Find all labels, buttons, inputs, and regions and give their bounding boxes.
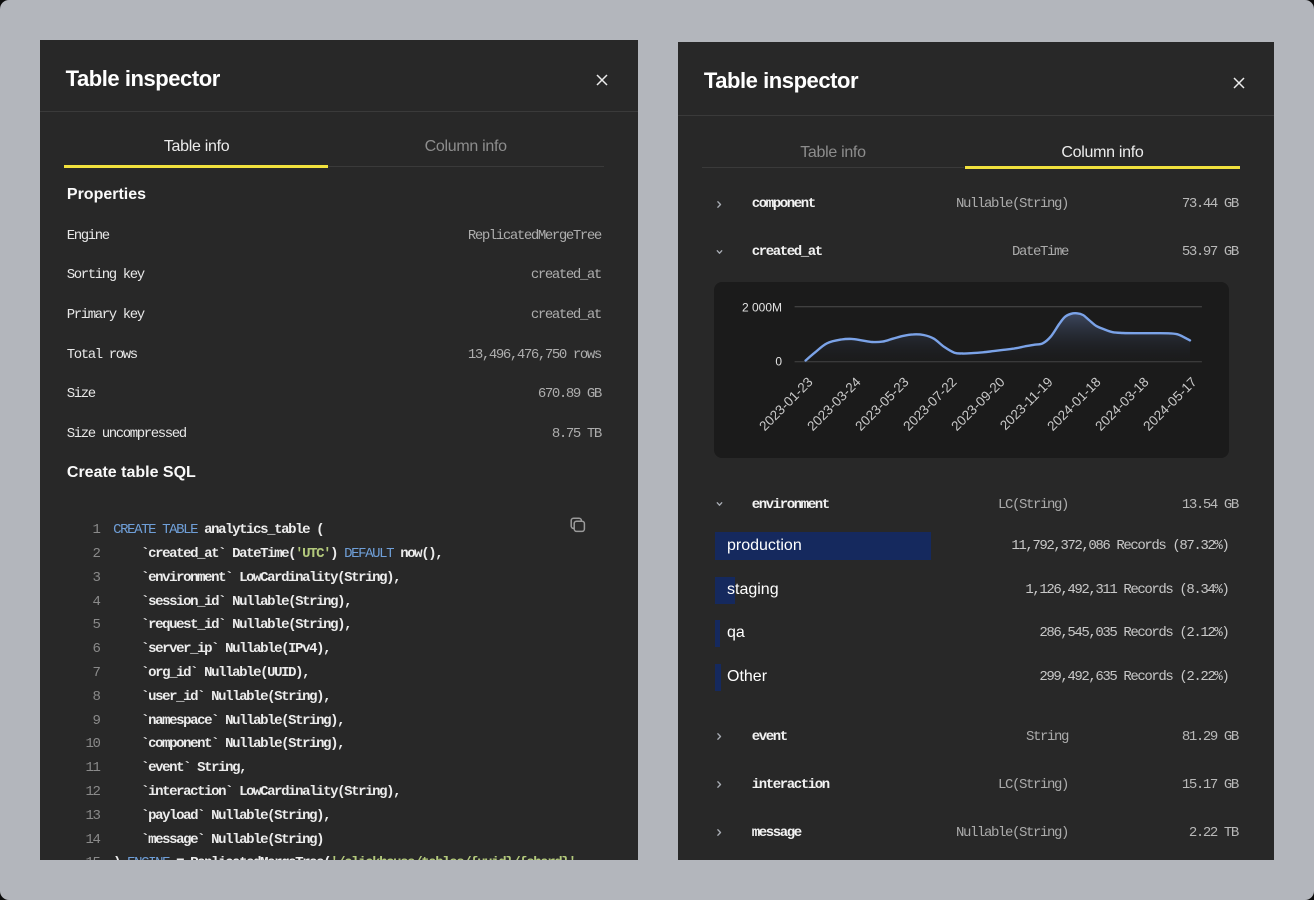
svg-text:2 000M: 2 000M — [742, 300, 782, 314]
svg-text:0: 0 — [776, 354, 783, 368]
